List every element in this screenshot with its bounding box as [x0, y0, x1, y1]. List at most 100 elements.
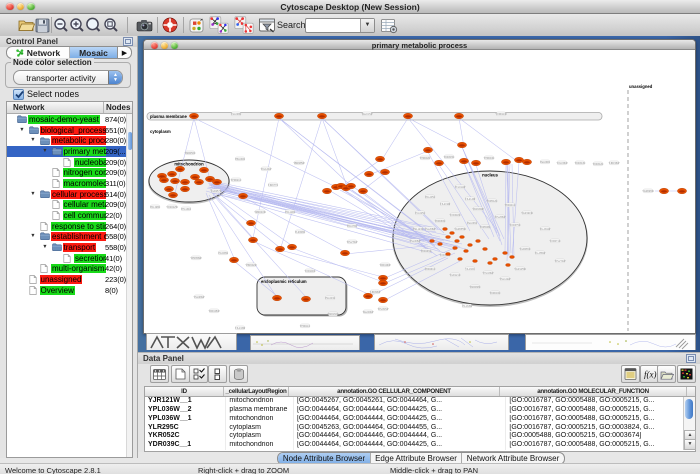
graph-node-small[interactable] [493, 258, 498, 261]
graph-node-small[interactable] [510, 256, 515, 259]
heatmap-view-icon[interactable] [677, 365, 696, 383]
table-cell[interactable]: YJR121W__1 [145, 397, 226, 406]
table-cell[interactable]: [GO:0045267, GO:0045261, GO:0044464, G..… [294, 397, 506, 406]
tree-row-nitrogen-compound-met[interactable]: nitrogen compound met209(0) [7, 167, 132, 178]
table-cell[interactable]: mitochondrion [226, 397, 294, 406]
table-cell[interactable]: [GO:0016787, GO:0005488, GO:0005215, G..… [506, 397, 695, 406]
graph-node-small[interactable] [458, 258, 463, 261]
table-cell[interactable]: [GO:0016787, GO:0005215, GO:0003824, G..… [506, 424, 695, 433]
table-cell[interactable]: plasma membrane [226, 406, 294, 415]
table-cell[interactable]: [GO:0016787, GO:0005488, GO:0005215, G..… [506, 415, 695, 424]
search-input[interactable]: ▼ [305, 18, 375, 33]
tree-expand-icon[interactable]: ▼ [30, 191, 35, 196]
zoom-selected-icon[interactable] [101, 15, 121, 35]
table-cell[interactable]: YKR052C [145, 432, 226, 441]
table-row-YLR295C[interactable]: YLR295Ccytoplasm[GO:0045263, GO:0044464,… [145, 424, 695, 433]
combobox-stepper-icon[interactable]: ▲▼ [108, 71, 122, 84]
background-window-2[interactable] [250, 335, 360, 350]
graph-node-small[interactable] [476, 240, 481, 243]
table-cell[interactable]: [GO:0045263, GO:0044464, GO:0044455, G..… [294, 424, 506, 433]
graph-node-small[interactable] [455, 240, 460, 243]
network-canvas[interactable]: plasma membranecytoplasmmitochondrionnuc… [144, 50, 693, 332]
table-cell[interactable]: cytoplasm [226, 432, 294, 441]
graph-node-small[interactable] [468, 244, 473, 247]
tree-row-unassigned[interactable]: unassigned223(0) [7, 274, 132, 285]
table-cell[interactable]: cytoplasm [226, 424, 294, 433]
layout-network-1-icon[interactable] [209, 15, 229, 35]
tree-row-nucleobase-containing[interactable]: nucleobase-containing209(0) [7, 157, 132, 168]
tree-expand-icon[interactable]: ▼ [30, 138, 35, 143]
background-window-4[interactable] [525, 334, 696, 350]
graph-node-small[interactable] [443, 228, 448, 231]
graph-node-small[interactable] [483, 248, 488, 251]
network-window-titlebar[interactable]: primary metabolic process [144, 40, 695, 50]
tree-row-establishment-of-loc[interactable]: ▼establishment of loc558(0) [7, 231, 132, 242]
data-panel-float-icon[interactable] [686, 354, 696, 363]
table-cell[interactable]: YPL036W__1 [145, 415, 226, 424]
tree-row-primary-metabolic-process[interactable]: ▼primary metabolic process209(... [7, 146, 132, 157]
save-icon[interactable] [32, 15, 52, 35]
graph-node-small[interactable] [438, 243, 443, 246]
search-options-icon[interactable] [379, 15, 399, 35]
unselect-attributes-icon[interactable] [208, 365, 227, 383]
graph-node-small[interactable] [430, 240, 435, 243]
zoom-fit-icon[interactable] [83, 15, 103, 35]
delete-attribute-icon[interactable] [229, 365, 248, 383]
table-row-YPL036W__2[interactable]: YPL036W__2plasma membrane[GO:0044464, GO… [145, 406, 695, 415]
tree-expand-icon[interactable]: ▼ [42, 148, 47, 153]
table-cell[interactable]: YLR295C [145, 424, 226, 433]
graph-node-small[interactable] [464, 250, 469, 253]
graph-node-small[interactable] [473, 260, 478, 263]
vizmapper-icon[interactable] [186, 15, 206, 35]
tree-vertical-scrollbar[interactable] [126, 114, 132, 457]
tree-row-mosaic-demo-yeast[interactable]: mosaic-demo-yeast874(0) [7, 114, 132, 125]
filter-window-icon[interactable] [257, 15, 277, 35]
attribute-list-icon[interactable] [621, 365, 640, 383]
column-header-0[interactable]: ID [145, 387, 224, 396]
table-cell[interactable]: mitochondrion [226, 441, 294, 450]
tree-expand-icon[interactable]: ▼ [19, 127, 24, 132]
graph-node-small[interactable] [506, 264, 511, 267]
column-header-1[interactable]: _cellularLayoutRegion [224, 387, 289, 396]
tree-scrollbar-thumb[interactable] [128, 132, 132, 150]
tree-row-metabolic-process[interactable]: ▼metabolic process280(0) [7, 135, 132, 146]
scroll-down-icon[interactable]: ▼ [684, 439, 696, 450]
tree-row-secretion[interactable]: secretion41(0) [7, 253, 132, 264]
background-window-3[interactable] [374, 334, 509, 350]
tree-row-cellular-process[interactable]: ▼cellular process614(0) [7, 189, 132, 200]
column-header-2[interactable]: annotation.GO CELLULAR_COMPONENT [289, 387, 500, 396]
table-cell[interactable]: [GO:0016787, GO:0005488, GO:0005215, G..… [506, 406, 695, 415]
tab-mosaic[interactable]: Mosaic [70, 47, 118, 58]
graph-node-small[interactable] [446, 253, 451, 256]
import-attributes-icon[interactable] [657, 365, 676, 383]
help-lifering-icon[interactable] [160, 15, 180, 35]
table-cell[interactable]: YDR039C__1 [145, 441, 226, 450]
table-scrollbar-thumb[interactable] [685, 399, 693, 419]
tree-row-response-to-stimulus[interactable]: response to stimulus264(0) [7, 221, 132, 232]
table-row-YKR052C[interactable]: YKR052Ccytoplasm[GO:0044464, GO:0044446,… [145, 432, 695, 441]
graph-node-small[interactable] [488, 262, 493, 265]
tree-row-biological-process[interactable]: ▼biological_process651(0) [7, 125, 132, 136]
layout-network-2-icon[interactable] [234, 15, 254, 35]
select-attributes-icon[interactable] [189, 365, 208, 383]
table-vertical-scrollbar[interactable]: ▲ ▼ [683, 397, 695, 450]
graph-node-small[interactable] [446, 236, 451, 239]
tab-network[interactable]: Network [7, 47, 70, 58]
tree-row-multi-organism-proc[interactable]: multi-organism proc42(0) [7, 263, 132, 274]
tree-row-cell-communication[interactable]: cell communication22(0) [7, 210, 132, 221]
table-cell[interactable]: [GO:0044464, GO:0044444, GO:0044425, G..… [294, 441, 506, 450]
tree-row-overview[interactable]: Overview8(0) [7, 285, 132, 296]
column-header-nodes[interactable]: Nodes [106, 103, 130, 112]
tree-row-macromolecule-metab[interactable]: macromolecule metab311(0) [7, 178, 132, 189]
node-color-combobox[interactable]: transporter activity ▲▼ [13, 70, 123, 85]
tree-expand-icon[interactable]: ▼ [42, 244, 47, 249]
table-cell[interactable]: [GO:0044464, GO:0044444, GO:0044425, G..… [294, 406, 506, 415]
network-graph[interactable]: plasma membranecytoplasmmitochondrionnuc… [144, 50, 693, 332]
column-header-3[interactable]: annotation.GO MOLECULAR_FUNCTION [500, 387, 687, 396]
graph-node-small[interactable] [460, 236, 465, 239]
table-cell[interactable]: [GO:0044464, GO:0044446, GO:0044444, G..… [294, 432, 506, 441]
column-header-network[interactable]: Network [13, 103, 45, 112]
tab-overflow-arrow-icon[interactable]: ▶ [118, 47, 131, 58]
graph-node-small[interactable] [503, 252, 508, 255]
table-row-YPL036W__1[interactable]: YPL036W__1mitochondrion[GO:0044464, GO:0… [145, 415, 695, 424]
